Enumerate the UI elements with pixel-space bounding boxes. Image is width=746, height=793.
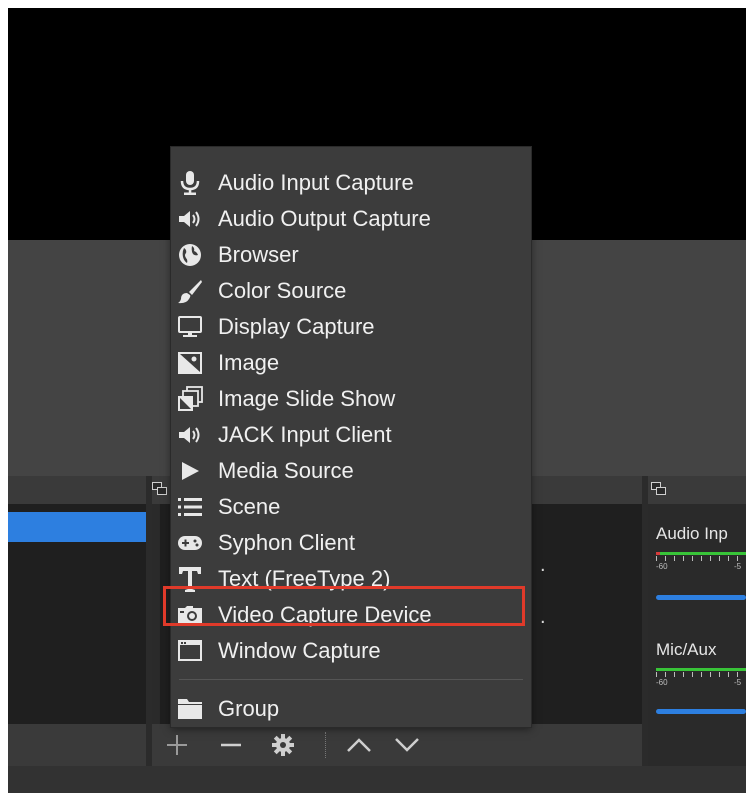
menu-item-label: Window Capture	[218, 638, 381, 663]
menu-item-label: Group	[218, 696, 280, 721]
add-source-button[interactable]	[160, 728, 194, 762]
list-icon	[175, 492, 205, 522]
minus-icon	[221, 743, 241, 747]
audio-mixer-panel: Audio Inp -60 -5 Mic/Aux -60 -5	[648, 476, 746, 766]
menu-item-audio-input-capture[interactable]: Audio Input Capture	[171, 165, 531, 201]
scenes-toolbar	[8, 724, 146, 766]
gamepad-icon	[175, 528, 205, 558]
monitor-icon	[175, 312, 205, 342]
menu-item-color-source[interactable]: Color Source	[171, 273, 531, 309]
menu-item-scene[interactable]: Scene	[171, 489, 531, 525]
speaker-icon	[175, 204, 205, 234]
sources-hint-text-2: .	[540, 606, 546, 628]
scenes-panel-header	[8, 476, 146, 504]
play-icon	[175, 456, 205, 486]
meter-ticks	[656, 556, 746, 561]
menu-item-label: Audio Input Capture	[218, 170, 414, 195]
undock-icon[interactable]	[651, 482, 666, 495]
menu-item-label: Image Slide Show	[218, 386, 396, 411]
globe-icon	[175, 240, 205, 270]
volume-slider[interactable]	[656, 709, 746, 714]
remove-source-button[interactable]	[214, 728, 248, 762]
menu-item-label: Image	[218, 350, 280, 375]
mixer-panel-header	[648, 476, 746, 504]
toolbar-separator	[325, 732, 326, 758]
menu-item-label: Display Capture	[218, 314, 375, 339]
meter-tick-label: -5	[734, 562, 742, 571]
speaker-icon	[175, 420, 205, 450]
meter-tick-label: -60	[656, 562, 668, 571]
plus-icon	[167, 735, 187, 755]
menu-item-browser[interactable]: Browser	[171, 237, 531, 273]
window-icon	[175, 636, 205, 666]
slideshow-icon	[175, 384, 205, 414]
menu-item-image[interactable]: Image	[171, 345, 531, 381]
chevron-up-icon	[347, 738, 371, 752]
brush-icon	[175, 276, 205, 306]
menu-item-label: Browser	[218, 242, 299, 267]
menu-item-label: Media Source	[218, 458, 354, 483]
menu-item-window-capture[interactable]: Window Capture	[171, 633, 531, 669]
meter-tick-label: -60	[656, 678, 668, 687]
menu-item-display-capture[interactable]: Display Capture	[171, 309, 531, 345]
sources-toolbar	[152, 724, 642, 766]
chevron-down-icon	[395, 738, 419, 752]
menu-item-label: JACK Input Client	[218, 422, 392, 447]
menu-item-syphon-client[interactable]: Syphon Client	[171, 525, 531, 561]
scene-item-selected[interactable]	[8, 512, 146, 542]
gear-icon	[272, 734, 294, 756]
move-source-up-button[interactable]	[342, 728, 376, 762]
menu-item-label: Scene	[218, 494, 281, 519]
menu-item-label: Syphon Client	[218, 530, 355, 555]
menu-item-label: Color Source	[218, 278, 347, 303]
menu-item-image-slide-show[interactable]: Image Slide Show	[171, 381, 531, 417]
add-source-menu: Audio Input Capture Audio Output Capture…	[171, 147, 531, 727]
status-bar	[8, 766, 746, 793]
scenes-panel	[8, 476, 146, 766]
menu-item-label: Audio Output Capture	[218, 206, 431, 231]
mixer-channel-name: Audio Inp	[656, 524, 728, 543]
volume-slider[interactable]	[656, 595, 746, 600]
meter-tick-label: -5	[734, 678, 742, 687]
source-properties-button[interactable]	[266, 728, 300, 762]
menu-item-media-source[interactable]: Media Source	[171, 453, 531, 489]
sources-hint-text-1: .	[540, 554, 546, 576]
menu-item-jack-input-client[interactable]: JACK Input Client	[171, 417, 531, 453]
folder-icon	[175, 694, 205, 724]
menu-item-group[interactable]: Group	[171, 691, 531, 727]
image-icon	[175, 348, 205, 378]
undock-icon[interactable]	[152, 482, 167, 495]
menu-separator	[179, 679, 523, 680]
scenes-list[interactable]	[8, 504, 146, 724]
volume-meter	[656, 668, 746, 671]
menu-item-audio-output-capture[interactable]: Audio Output Capture	[171, 201, 531, 237]
volume-meter	[656, 552, 746, 555]
move-source-down-button[interactable]	[390, 728, 424, 762]
highlight-box	[163, 586, 525, 626]
microphone-icon	[175, 168, 205, 198]
meter-ticks	[656, 672, 746, 677]
mixer-channel-name: Mic/Aux	[656, 640, 717, 659]
